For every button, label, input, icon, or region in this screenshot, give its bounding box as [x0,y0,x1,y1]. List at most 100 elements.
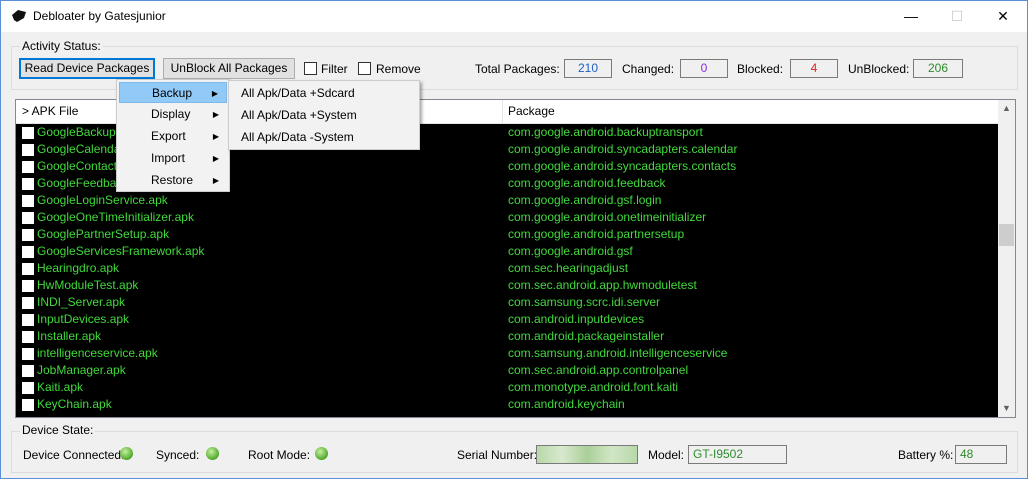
package-cell: com.sec.hearingadjust [508,261,629,275]
apk-file-cell: Hearingdro.apk [37,261,120,275]
package-cell: com.google.android.onetimeinitializer [508,210,707,224]
table-row[interactable]: GooglePartnerSetup.apk com.google.android… [16,226,998,243]
row-checkbox[interactable] [22,382,34,394]
blocked-value: 4 [790,59,838,78]
table-row[interactable]: HwModuleTest.apk com.sec.android.app.hwmo… [16,277,998,294]
menu-item-label: Import [151,151,186,165]
row-checkbox[interactable] [22,348,34,360]
package-cell: com.samsung.android.intelligenceservice [508,346,728,360]
remove-checkbox[interactable] [358,62,371,75]
table-row[interactable]: INDI_Server.apk com.samsung.scrc.idi.serv… [16,294,998,311]
model-label: Model: [648,448,685,462]
device-connected-indicator-icon [120,447,133,460]
unblock-all-packages-button[interactable]: UnBlock All Packages [163,58,295,79]
changed-label: Changed: [622,62,675,76]
apk-file-cell: INDI_Server.apk [37,295,126,309]
row-checkbox[interactable] [22,212,34,224]
row-checkbox[interactable] [22,144,34,156]
row-checkbox[interactable] [22,399,34,411]
row-checkbox[interactable] [22,263,34,275]
package-cell: com.android.packageinstaller [508,329,665,343]
menu-item-label: Display [151,107,191,121]
scroll-up-arrow-icon[interactable]: ▲ [998,100,1015,117]
table-row[interactable]: KeyChain.apk com.android.keychain [16,396,998,413]
read-device-packages-button[interactable]: Read Device Packages [19,58,155,79]
table-row[interactable]: Hearingdro.apk com.sec.hearingadjust [16,260,998,277]
maximize-button: ☐ [950,8,964,24]
menu-item-label: Backup [152,86,193,100]
model-value: GT-I9502 [688,445,787,464]
table-row[interactable]: GoogleLoginService.apk com.google.android… [16,192,998,209]
submenu-item[interactable]: All Apk/Data -System [231,127,417,148]
title-bar[interactable]: Debloater by Gatesjunior — ☐ ✕ [1,1,1027,32]
menu-item-import[interactable]: Import ▶ [119,148,227,169]
package-cell: com.android.inputdevices [508,312,645,326]
root-mode-indicator-icon [315,447,328,460]
row-checkbox[interactable] [22,246,34,258]
package-cell: com.google.android.partnersetup [508,227,685,241]
menu-item-export[interactable]: Export ▶ [119,126,227,147]
apk-file-cell: HwModuleTest.apk [37,278,139,292]
menu-item-label: Export [151,129,186,143]
total-packages-label: Total Packages: [475,62,560,76]
row-checkbox[interactable] [22,178,34,190]
scroll-down-arrow-icon[interactable]: ▼ [998,400,1015,417]
minimize-button[interactable]: — [888,1,934,32]
package-cell: com.samsung.scrc.idi.server [508,295,661,309]
apk-file-cell: GoogleLoginService.apk [37,193,168,207]
package-cell: com.google.android.gsf.login [508,193,662,207]
package-cell: com.google.android.feedback [508,176,666,190]
battery-label: Battery %: [898,448,954,462]
context-menu: Backup ▶ Display ▶ Export ▶ Import ▶ Restore ▶ [116,79,230,192]
battery-value: 48 [955,445,1007,464]
table-row[interactable]: Kaiti.apk com.monotype.android.font.kaiti [16,379,998,396]
row-checkbox[interactable] [22,331,34,343]
row-checkbox[interactable] [22,297,34,309]
device-state-label: Device State: [20,423,96,437]
table-row[interactable]: JobManager.apk com.sec.android.app.contro… [16,362,998,379]
column-header-package[interactable]: Package [502,100,998,123]
blocked-label: Blocked: [737,62,784,76]
package-cell: com.sec.android.app.controlpanel [508,363,689,377]
row-checkbox[interactable] [22,365,34,377]
submenu-arrow-icon: ▶ [212,176,219,185]
package-cell: com.google.android.gsf [508,244,633,258]
package-cell: com.google.android.syncadapters.contacts [508,159,737,173]
remove-label: Remove [376,62,421,76]
table-row[interactable]: GoogleOneTimeInitializer.apk com.google.a… [16,209,998,226]
menu-item-label: Restore [151,173,194,187]
scrollbar-thumb[interactable] [999,224,1014,246]
apk-file-cell: GoogleServicesFramework.apk [37,244,205,258]
table-row[interactable]: InputDevices.apk com.android.inputdevices [16,311,998,328]
synced-indicator-icon [206,447,219,460]
filter-checkbox[interactable] [304,62,317,75]
submenu-arrow-icon: ▶ [212,132,219,141]
apk-file-cell: Installer.apk [37,329,102,343]
row-checkbox[interactable] [22,314,34,326]
changed-value: 0 [680,59,728,78]
submenu-item[interactable]: All Apk/Data +System [231,105,417,126]
apk-file-cell: GoogleOneTimeInitializer.apk [37,210,194,224]
table-row[interactable]: intelligenceservice.apk com.samsung.andro… [16,345,998,362]
row-checkbox[interactable] [22,280,34,292]
package-cell: com.sec.android.app.hwmoduletest [508,278,697,292]
submenu-arrow-icon: ▶ [212,154,219,163]
submenu-item[interactable]: All Apk/Data +Sdcard [231,83,417,104]
table-row[interactable]: Installer.apk com.android.packageinstalle… [16,328,998,345]
table-row[interactable]: GoogleServicesFramework.apk com.google.an… [16,243,998,260]
row-checkbox[interactable] [22,229,34,241]
unblocked-label: UnBlocked: [848,62,910,76]
apk-file-cell: KeyChain.apk [37,397,112,411]
row-checkbox[interactable] [22,195,34,207]
menu-item-restore[interactable]: Restore ▶ [119,170,227,191]
menu-item-backup[interactable]: Backup ▶ [119,82,227,103]
close-button[interactable]: ✕ [980,1,1026,32]
list-scrollbar[interactable]: ▲ ▼ [998,100,1015,417]
row-checkbox[interactable] [22,127,34,139]
package-cell: com.android.keychain [508,397,625,411]
apk-file-cell: intelligenceservice.apk [37,346,158,360]
row-checkbox[interactable] [22,161,34,173]
menu-item-display[interactable]: Display ▶ [119,104,227,125]
device-connected-label: Device Connected: [23,448,125,462]
package-cell: com.google.android.backuptransport [508,125,703,139]
